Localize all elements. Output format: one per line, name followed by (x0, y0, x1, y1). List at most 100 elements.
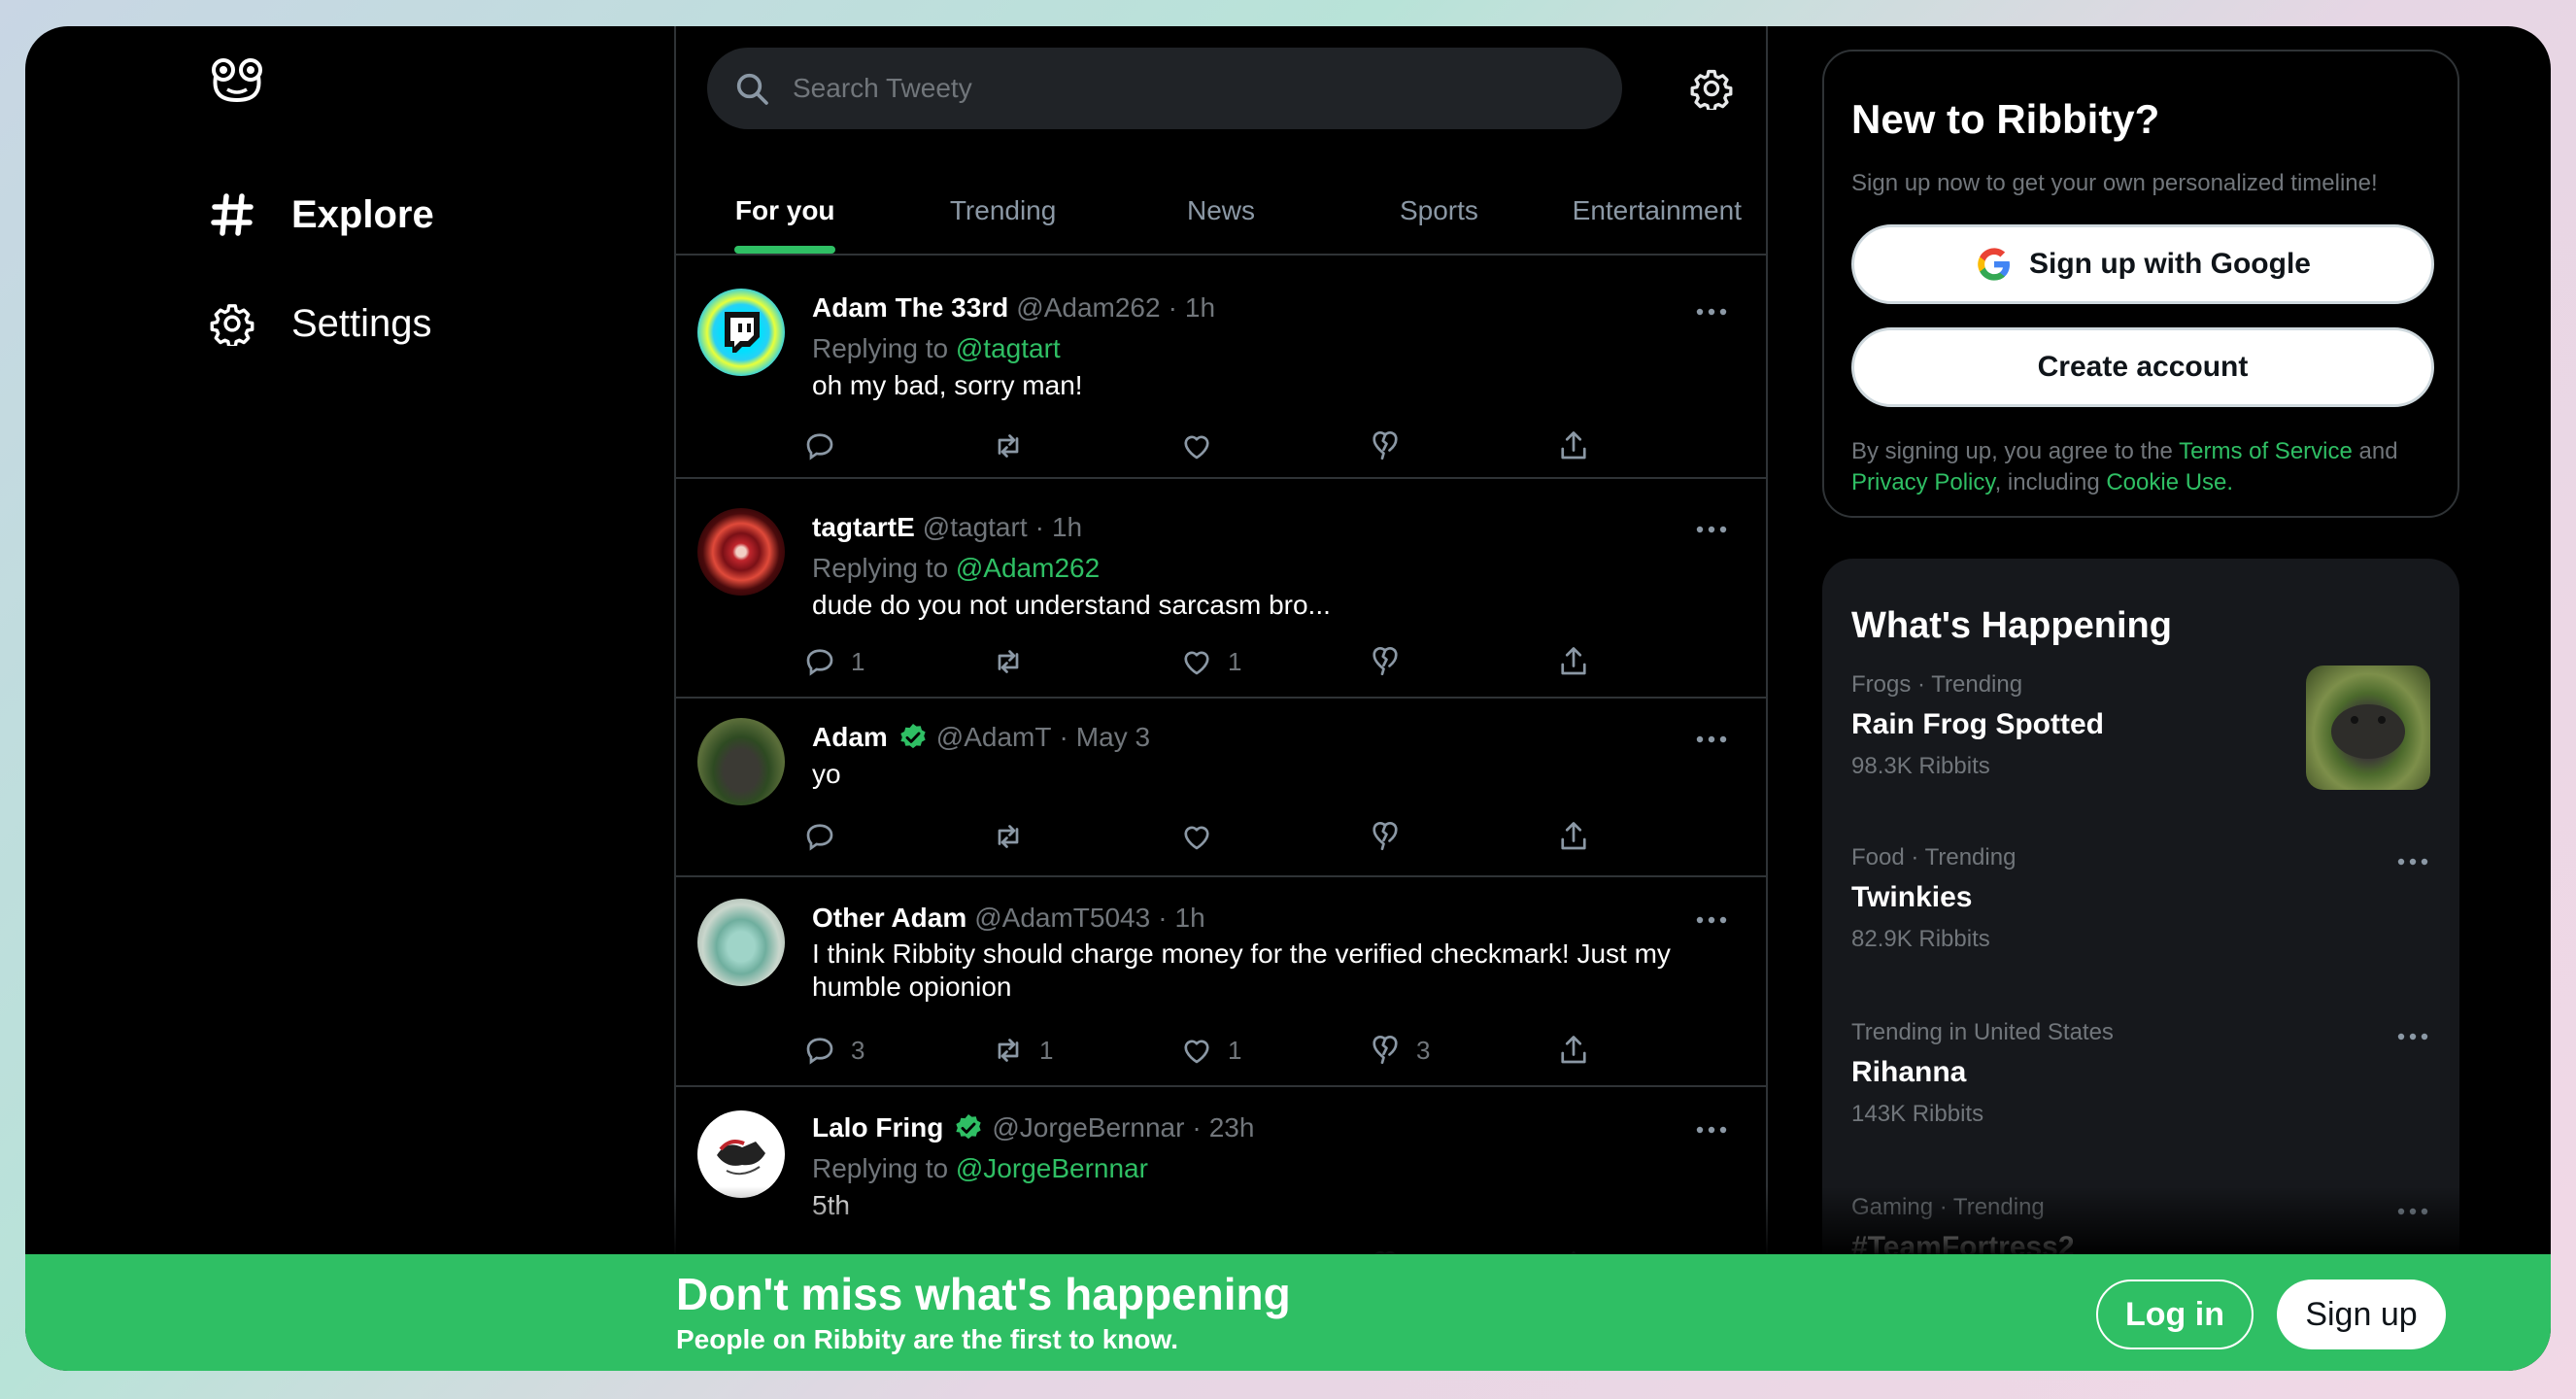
signup-button[interactable]: Sign up (2277, 1280, 2446, 1349)
tab-news[interactable]: News (1112, 153, 1330, 254)
more-options-icon[interactable] (1694, 914, 1729, 926)
retweet-button[interactable] (991, 819, 1039, 854)
dislike-button[interactable]: 3 (1368, 1033, 1430, 1068)
trend-image-frog[interactable] (2306, 665, 2430, 790)
like-button[interactable]: 1 (1179, 1033, 1241, 1068)
share-button[interactable] (1556, 644, 1591, 679)
tweet-handle[interactable]: @tagtart (923, 512, 1028, 543)
reply-mention-link[interactable]: @JorgeBernnar (956, 1153, 1148, 1183)
trend-item[interactable]: Frogs · Trending Rain Frog Spotted 98.3K… (1822, 665, 2459, 844)
tab-label: Sports (1399, 195, 1478, 225)
cookie-use-link[interactable]: Cookie Use. (2106, 469, 2233, 495)
create-account-button[interactable]: Create account (1851, 327, 2434, 407)
tab-entertainment[interactable]: Entertainment (1548, 153, 1766, 254)
tab-sports[interactable]: Sports (1330, 153, 1547, 254)
tweet-time: 23h (1208, 1112, 1255, 1143)
reply-count: 1 (851, 646, 865, 676)
tweet-separator: · (1168, 292, 1177, 323)
sidebar-item-settings[interactable]: Settings (208, 292, 432, 355)
tweet-handle[interactable]: @AdamT (936, 722, 1052, 753)
tweet-time: 1h (1174, 903, 1205, 933)
avatar[interactable] (697, 718, 785, 805)
reply-button[interactable] (802, 819, 851, 854)
like-count: 1 (1228, 1035, 1242, 1065)
verified-badge-icon (900, 724, 926, 749)
google-signup-button[interactable]: Sign up with Google (1851, 224, 2434, 304)
trend-item[interactable]: Trending in United States Rihanna 143K R… (1822, 1019, 2459, 1192)
dislike-button[interactable] (1368, 819, 1416, 854)
tweet-item[interactable]: Adam The 33rd @Adam262 · 1h Replying to … (676, 257, 1766, 479)
avatar[interactable] (697, 289, 785, 376)
tweet-handle[interactable]: @JorgeBernnar (992, 1112, 1184, 1143)
avatar[interactable] (697, 899, 785, 986)
dislike-button[interactable] (1368, 644, 1416, 679)
tweet-item[interactable]: tagtartE @tagtart · 1h Replying to @Adam… (676, 479, 1766, 699)
tweet-item[interactable]: Adam @AdamT · May 3 yo (676, 699, 1766, 877)
retweet-button[interactable]: 1 (991, 1033, 1053, 1068)
avatar[interactable] (697, 1110, 785, 1198)
more-options-icon[interactable] (1694, 734, 1729, 745)
legal-fragment: By signing up, you agree to the (1851, 438, 2180, 464)
retweet-button[interactable] (991, 644, 1039, 679)
search-bar[interactable] (707, 48, 1622, 129)
tweet-actions: 1 1 (802, 644, 1628, 683)
tweet-author-name[interactable]: Lalo Fring (812, 1112, 943, 1143)
share-button[interactable] (1556, 428, 1591, 463)
tweet-author-name[interactable]: tagtartE (812, 512, 915, 543)
cartoon-avatar-icon (717, 1140, 765, 1176)
trend-item[interactable]: Food · Trending Twinkies 82.9K Ribbits (1822, 844, 2459, 1017)
tweet-header: Other Adam @AdamT5043 · 1h (812, 903, 1205, 934)
tweet-header: Lalo Fring @JorgeBernnar · 23h (812, 1112, 1254, 1143)
more-options-icon[interactable] (1694, 306, 1729, 318)
privacy-policy-link[interactable]: Privacy Policy (1851, 469, 1995, 495)
frog-logo-icon[interactable] (210, 57, 264, 104)
reply-button[interactable]: 3 (802, 1033, 864, 1068)
tab-trending[interactable]: Trending (894, 153, 1111, 254)
legal-text: By signing up, you agree to the Terms of… (1851, 436, 2434, 498)
avatar[interactable] (697, 508, 785, 596)
tweet-author-name[interactable]: Adam (812, 722, 888, 753)
like-count: 1 (1228, 646, 1242, 676)
tweet-handle[interactable]: @Adam262 (1016, 292, 1160, 324)
sidebar-item-explore[interactable]: Explore (208, 184, 434, 246)
tweet-item[interactable]: Other Adam @AdamT5043 · 1h I think Ribbi… (676, 877, 1766, 1087)
search-input[interactable] (793, 73, 1589, 104)
sidebar-item-label: Settings (291, 301, 432, 345)
tweet-handle[interactable]: @AdamT5043 (974, 903, 1150, 934)
tab-label: News (1187, 195, 1256, 225)
share-button[interactable] (1556, 1033, 1591, 1068)
reply-mention-link[interactable]: @tagtart (956, 333, 1061, 363)
active-tab-indicator (734, 246, 836, 254)
more-options-icon[interactable] (2395, 856, 2430, 868)
frog-photo-icon (2331, 704, 2405, 759)
trend-meta: Trending in United States (1851, 1019, 2114, 1045)
share-icon (1561, 1036, 1586, 1064)
share-button[interactable] (1556, 819, 1591, 854)
like-button[interactable]: 1 (1179, 644, 1241, 679)
login-button[interactable]: Log in (2096, 1280, 2254, 1349)
more-options-icon[interactable] (1694, 524, 1729, 535)
like-button[interactable] (1179, 819, 1228, 854)
tweet-author-name[interactable]: Adam The 33rd (812, 292, 1008, 324)
tweet-header: Adam The 33rd @Adam262 · 1h (812, 292, 1215, 324)
retweet-count: 1 (1039, 1035, 1054, 1065)
dislike-button[interactable] (1368, 428, 1416, 463)
signup-subtitle: Sign up now to get your own personalized… (1851, 170, 2378, 196)
tweet-text: 5th (812, 1190, 850, 1220)
retweet-button[interactable] (991, 428, 1039, 463)
tab-for-you[interactable]: For you (676, 153, 894, 254)
reply-mention-link[interactable]: @Adam262 (956, 553, 1100, 583)
tweet-author-name[interactable]: Other Adam (812, 903, 966, 934)
tweet-separator: · (1059, 722, 1068, 752)
terms-of-service-link[interactable]: Terms of Service (2179, 438, 2353, 464)
more-options-icon[interactable] (2395, 1031, 2430, 1042)
more-options-icon[interactable] (2395, 1206, 2430, 1217)
reply-button[interactable]: 1 (802, 644, 864, 679)
settings-gear-icon[interactable] (1690, 67, 1733, 110)
share-icon (1561, 647, 1586, 675)
like-button[interactable] (1179, 428, 1228, 463)
signup-card: New to Ribbity? Sign up now to get your … (1822, 50, 2459, 518)
google-logo-icon (1978, 248, 2011, 281)
more-options-icon[interactable] (1694, 1124, 1729, 1136)
reply-button[interactable] (802, 428, 851, 463)
